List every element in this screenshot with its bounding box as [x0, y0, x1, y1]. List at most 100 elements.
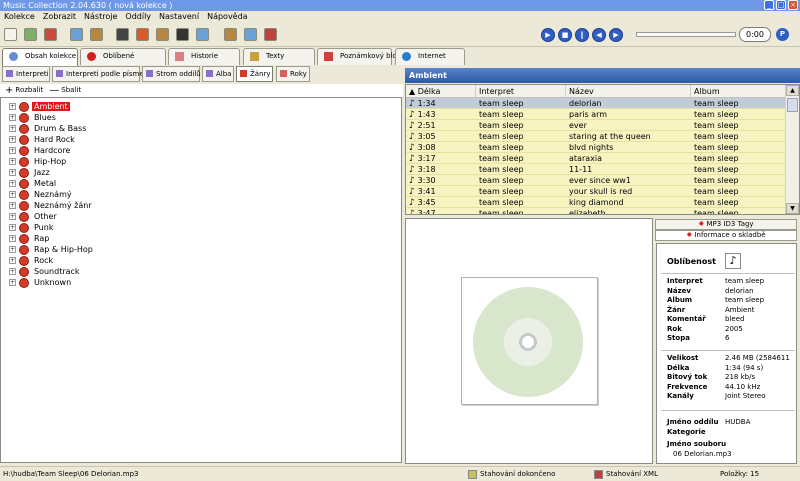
edit-artists-icon[interactable]	[70, 28, 83, 41]
tab-internet[interactable]: Internet	[395, 48, 465, 65]
player-badge[interactable]: P	[776, 28, 789, 41]
album-cover[interactable]	[461, 277, 598, 405]
table-row[interactable]: ♪ 3:18 team sleep 11-11 team sleep	[406, 164, 786, 175]
scroll-up-icon[interactable]: ▲	[786, 85, 799, 96]
menu-zobrazit[interactable]: Zobrazit	[43, 11, 76, 23]
statistics-icon[interactable]	[244, 28, 257, 41]
expand-all-button[interactable]: + Rozbalit	[5, 84, 43, 97]
menu-nastaveni[interactable]: Nastavení	[159, 11, 199, 23]
menu-kolekce[interactable]: Kolekce	[4, 11, 35, 23]
tree-item-genre[interactable]: + Ambient	[9, 101, 70, 112]
expand-icon[interactable]: +	[9, 180, 16, 187]
tab-collection-content[interactable]: Obsah kolekce	[2, 48, 78, 66]
flag-icon[interactable]	[136, 28, 149, 41]
expand-icon[interactable]: +	[9, 103, 16, 110]
track-scrollbar[interactable]: ▲ ▼	[785, 85, 799, 214]
box-icon[interactable]	[156, 28, 169, 41]
minimize-icon[interactable]: _	[764, 0, 774, 10]
genre-tree[interactable]: + Ambient + Blues + Drum & Bass + Hard Rock …	[0, 97, 402, 463]
table-row[interactable]: ♪ 3:05 team sleep staring at the queen team…	[406, 131, 786, 142]
column-length[interactable]: ▲ Délka	[406, 85, 476, 97]
note-icon[interactable]: ♪	[725, 253, 741, 269]
expand-icon[interactable]: +	[9, 224, 16, 231]
table-row[interactable]: ♪ 3:47 team sleep elizabeth team sleep	[406, 208, 786, 214]
tree-item-genre[interactable]: + Soundtrack	[9, 266, 82, 277]
expand-icon[interactable]: +	[9, 213, 16, 220]
menu-napoveda[interactable]: Nápověda	[207, 11, 248, 23]
pause-icon[interactable]: ‖	[575, 28, 589, 42]
maximize-icon[interactable]: □	[776, 0, 786, 10]
new-collection-icon[interactable]	[4, 28, 17, 41]
save-collection-icon[interactable]	[44, 28, 57, 41]
expand-icon[interactable]: +	[9, 202, 16, 209]
tree-item-genre[interactable]: + Metal	[9, 178, 58, 189]
tab-history[interactable]: Historie	[168, 48, 240, 65]
previous-icon[interactable]: ◀	[592, 28, 606, 42]
tab-years[interactable]: Roky	[276, 66, 310, 82]
expand-icon[interactable]: +	[9, 268, 16, 275]
position-slider[interactable]	[636, 32, 736, 37]
tree-item-genre[interactable]: + Rock	[9, 255, 55, 266]
next-icon[interactable]: ▶	[609, 28, 623, 42]
tab-genres[interactable]: Žánry	[236, 66, 273, 82]
tree-item-genre[interactable]: + Blues	[9, 112, 58, 123]
tab-albums[interactable]: Alba	[202, 66, 234, 82]
table-row[interactable]: ♪ 2:51 team sleep ever team sleep	[406, 120, 786, 131]
tree-item-genre[interactable]: + Punk	[9, 222, 55, 233]
expand-icon[interactable]: +	[9, 279, 16, 286]
expand-icon[interactable]: +	[9, 136, 16, 143]
track-table[interactable]: ▲ Délka Interpret Název Album ♪ 1:34 team…	[405, 84, 800, 215]
tree-item-genre[interactable]: + Rap	[9, 233, 51, 244]
expand-icon[interactable]: +	[9, 114, 16, 121]
open-collection-icon[interactable]	[24, 28, 37, 41]
scroll-thumb[interactable]	[787, 98, 798, 112]
tree-item-genre[interactable]: + Unknown	[9, 277, 73, 288]
stop-icon[interactable]: ■	[558, 28, 572, 42]
expand-icon[interactable]: +	[9, 246, 16, 253]
tree-item-genre[interactable]: + Hip-Hop	[9, 156, 68, 167]
tree-item-genre[interactable]: + Drum & Bass	[9, 123, 88, 134]
albums-icon[interactable]	[90, 28, 103, 41]
table-row[interactable]: ♪ 1:43 team sleep paris arm team sleep	[406, 109, 786, 120]
menu-oddily[interactable]: Oddíly	[125, 11, 151, 23]
tab-notepad[interactable]: Poznámkový blok	[317, 48, 401, 65]
tree-item-genre[interactable]: + Hard Rock	[9, 134, 77, 145]
tab-favorites[interactable]: Oblíbené	[80, 48, 166, 65]
scroll-down-icon[interactable]: ▼	[786, 203, 799, 214]
table-row[interactable]: ♪ 1:34 team sleep delorian team sleep	[406, 98, 786, 109]
column-album[interactable]: Album	[691, 85, 786, 97]
tab-mp3-id3-tags[interactable]: ✹ MP3 ID3 Tagy	[655, 219, 797, 230]
package-icon[interactable]	[224, 28, 237, 41]
menu-nastroje[interactable]: Nástroje	[84, 11, 117, 23]
column-title[interactable]: Název	[566, 85, 691, 97]
tree-item-genre[interactable]: + Jazz	[9, 167, 52, 178]
expand-icon[interactable]: +	[9, 158, 16, 165]
expand-icon[interactable]: +	[9, 191, 16, 198]
table-row[interactable]: ♪ 3:30 team sleep ever since ww1 team sleep	[406, 175, 786, 186]
tree-item-genre[interactable]: + Neznámý	[9, 189, 74, 200]
tree-item-genre[interactable]: + Hardcore	[9, 145, 72, 156]
expand-icon[interactable]: +	[9, 257, 16, 264]
tab-artists-by-letter[interactable]: Interpreti podle písmena	[52, 66, 152, 82]
tree-item-genre[interactable]: + Rap & Hip-Hop	[9, 244, 95, 255]
column-artist[interactable]: Interpret	[476, 85, 566, 97]
expand-icon[interactable]: +	[9, 125, 16, 132]
expand-icon[interactable]: +	[9, 235, 16, 242]
table-row[interactable]: ♪ 3:41 team sleep your skull is red team sl…	[406, 186, 786, 197]
close-icon[interactable]: ×	[788, 0, 798, 10]
collapse-all-button[interactable]: — Sbalit	[49, 84, 81, 97]
table-row[interactable]: ♪ 3:17 team sleep ataraxia team sleep	[406, 153, 786, 164]
search-icon[interactable]	[116, 28, 129, 41]
tree-item-genre[interactable]: + Neznámý žánr	[9, 200, 94, 211]
tab-lyrics[interactable]: Texty	[243, 48, 315, 65]
tab-artists[interactable]: Interpreti	[2, 66, 50, 82]
table-row[interactable]: ♪ 3:08 team sleep blvd nights team sleep	[406, 142, 786, 153]
tab-section-tree[interactable]: Strom oddílů	[142, 66, 201, 82]
chart-icon[interactable]	[264, 28, 277, 41]
film-icon[interactable]	[176, 28, 189, 41]
play-icon[interactable]: ▶	[541, 28, 555, 42]
tools-icon[interactable]	[196, 28, 209, 41]
tab-track-info[interactable]: ✹ Informace o skladbě	[655, 230, 797, 241]
table-row[interactable]: ♪ 3:45 team sleep king diamond team sleep	[406, 197, 786, 208]
expand-icon[interactable]: +	[9, 169, 16, 176]
